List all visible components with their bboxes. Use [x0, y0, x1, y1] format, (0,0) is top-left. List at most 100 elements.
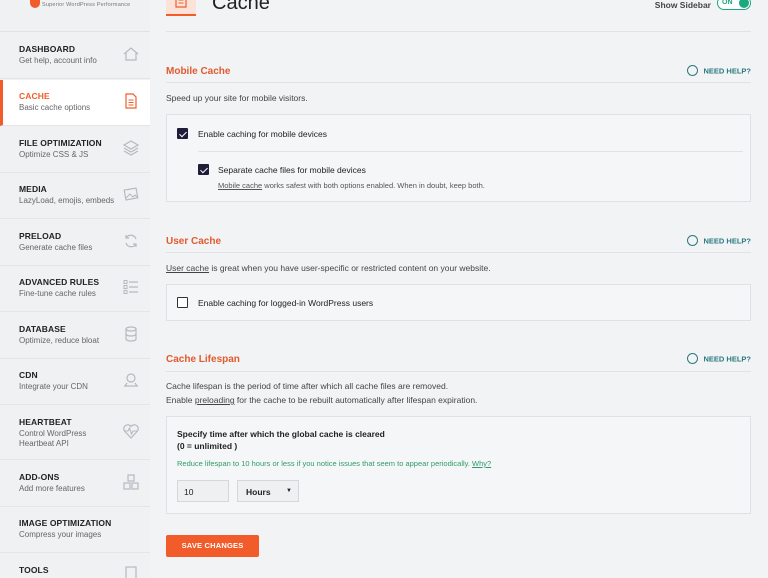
sidebar-item-advanced-rules[interactable]: ADVANCED RULES Fine-tune cache rules: [0, 266, 150, 312]
nav-title: HEARTBEAT: [19, 417, 72, 427]
section-divider: [166, 371, 751, 372]
nav-title: MEDIA: [19, 184, 47, 194]
sidebar: Superior WordPress Performance DASHBOARD…: [0, 0, 150, 578]
sidebar-item-database[interactable]: DATABASE Optimize, reduce bloat: [0, 313, 150, 359]
logged-in-cache-label: Enable caching for logged-in WordPress u…: [198, 298, 374, 308]
sidebar-item-cdn[interactable]: CDN Integrate your CDN: [0, 359, 150, 405]
nav-title: TOOLS: [19, 565, 49, 575]
nav-title: FILE OPTIMIZATION: [19, 138, 102, 148]
user-cache-description: User cache is great when you have user-s…: [166, 261, 491, 275]
nav-title: IMAGE OPTIMIZATION: [19, 518, 112, 528]
nav-subtitle: Add more features: [19, 484, 85, 493]
sidebar-item-add-ons[interactable]: ADD-ONS Add more features: [0, 461, 150, 507]
why-link[interactable]: Why?: [472, 459, 491, 468]
nav-subtitle: Optimize, reduce bloat: [19, 336, 100, 345]
lifebuoy-icon: [687, 353, 699, 364]
database-icon: [122, 325, 140, 343]
nav-subtitle: Fine-tune cache rules: [19, 289, 96, 298]
lifespan-recommendation: Reduce lifespan to 10 hours or less if y…: [177, 459, 491, 468]
main-content: Cache Show Sidebar ON Mobile Cache NEED …: [150, 0, 768, 578]
lifebuoy-icon: [687, 65, 699, 76]
nav-title: DASHBOARD: [19, 44, 76, 54]
note-text: Reduce lifespan to 10 hours or less if y…: [177, 459, 473, 468]
flame-icon: [30, 0, 40, 8]
nav-subtitle: Get help, account info: [19, 56, 97, 65]
lifebuoy-icon: [687, 235, 699, 246]
page-title: Cache: [212, 0, 270, 14]
logged-in-cache-checkbox[interactable]: [177, 297, 188, 308]
cache-lifespan-description-2: Enable preloading for the cache to be re…: [166, 393, 477, 407]
page-header: Cache Show Sidebar ON: [166, 0, 751, 32]
caret-down-icon: ▼: [286, 488, 292, 494]
mobile-cache-label: Enable caching for mobile devices: [198, 129, 327, 139]
sidebar-item-dashboard[interactable]: DASHBOARD Get help, account info: [0, 33, 150, 79]
preloading-link[interactable]: preloading: [195, 395, 235, 405]
user-cache-title: User Cache: [166, 236, 222, 247]
desc-text: for the cache to be rebuilt automaticall…: [234, 395, 478, 405]
nav-subtitle: Optimize CSS & JS: [19, 150, 89, 159]
cache-lifespan-title: Cache Lifespan: [166, 354, 240, 365]
mobile-cache-title: Mobile Cache: [166, 66, 231, 77]
sidebar-item-tools[interactable]: TOOLS: [0, 554, 150, 578]
sidebar-item-file-optimization[interactable]: FILE OPTIMIZATION Optimize CSS & JS: [0, 127, 150, 173]
nav-title: ADD-ONS: [19, 472, 60, 482]
desc-text: is great when you have user-specific or …: [209, 263, 491, 273]
section-divider: [166, 252, 751, 253]
user-cache-help-link[interactable]: NEED HELP?: [687, 235, 751, 247]
brand-logo: Superior WordPress Performance: [0, 0, 150, 32]
nav-subtitle: Basic cache options: [19, 103, 91, 112]
help-label: NEED HELP?: [703, 354, 751, 364]
tools-icon: [122, 564, 140, 578]
list-icon: [122, 278, 140, 296]
lifespan-value-input[interactable]: 10: [177, 480, 229, 502]
toggle-label: ON: [722, 0, 733, 6]
save-changes-button[interactable]: SAVE CHANGES: [166, 535, 259, 557]
show-sidebar-toggle[interactable]: ON: [717, 0, 751, 10]
separate-mobile-cache-checkbox[interactable]: [198, 164, 209, 175]
sidebar-item-heartbeat[interactable]: HEARTBEAT Control WordPress Heartbeat AP…: [0, 406, 150, 460]
home-icon: [122, 45, 140, 63]
cache-lifespan-help-link[interactable]: NEED HELP?: [687, 353, 751, 365]
brand-tagline: Superior WordPress Performance: [42, 2, 131, 8]
nav-title: CACHE: [19, 91, 50, 101]
sidebar-item-media[interactable]: MEDIA LazyLoad, emojis, embeds: [0, 173, 150, 219]
card-divider: [198, 151, 743, 152]
nav-subtitle: Integrate your CDN: [19, 382, 88, 391]
cache-header-icon: [166, 0, 196, 16]
document-icon: [122, 92, 140, 110]
user-cache-link[interactable]: User cache: [166, 263, 209, 273]
nav-title: DATABASE: [19, 324, 66, 334]
nav-title: PRELOAD: [19, 231, 62, 241]
mobile-cache-description: Speed up your site for mobile visitors.: [166, 93, 308, 103]
user-cache-card: Enable caching for logged-in WordPress u…: [166, 284, 751, 321]
mobile-cache-help-link[interactable]: NEED HELP?: [687, 65, 751, 77]
lifespan-unit-select[interactable]: Hours ▼: [237, 480, 299, 502]
mobile-cache-checkbox[interactable]: [177, 128, 188, 139]
sidebar-item-image-optimization[interactable]: IMAGE OPTIMIZATION Compress your images: [0, 507, 150, 553]
mobile-cache-card: Enable caching for mobile devices Separa…: [166, 114, 751, 202]
lifespan-field-hint: (0 = unlimited ): [177, 441, 238, 451]
nav-subtitle: Generate cache files: [19, 243, 93, 252]
sidebar-item-cache[interactable]: CACHE Basic cache options: [0, 80, 150, 126]
addons-icon: [122, 473, 140, 491]
cache-lifespan-card: Specify time after which the global cach…: [166, 416, 751, 514]
layers-icon: [122, 139, 140, 157]
image-icon: [122, 185, 140, 203]
sidebar-item-preload[interactable]: PRELOAD Generate cache files: [0, 220, 150, 266]
nav-title: ADVANCED RULES: [19, 277, 100, 287]
cache-lifespan-description-1: Cache lifespan is the period of time aft…: [166, 381, 449, 391]
note-text: works safest with both options enabled. …: [262, 181, 485, 190]
help-label: NEED HELP?: [703, 236, 751, 246]
refresh-icon: [122, 232, 140, 250]
show-sidebar-label: Show Sidebar: [654, 0, 711, 10]
nav-subtitle: LazyLoad, emojis, embeds: [19, 196, 115, 205]
toggle-knob: [739, 0, 749, 8]
help-label: NEED HELP?: [703, 66, 751, 76]
mobile-cache-note: Mobile cache works safest with both opti…: [218, 181, 485, 190]
select-value: Hours: [246, 487, 271, 497]
desc-text: Enable: [166, 395, 195, 405]
nav-subtitle: Compress your images: [19, 530, 102, 539]
mobile-cache-link[interactable]: Mobile cache: [218, 181, 262, 190]
nav-subtitle: Control WordPress Heartbeat API: [19, 429, 87, 448]
section-divider: [166, 82, 751, 83]
